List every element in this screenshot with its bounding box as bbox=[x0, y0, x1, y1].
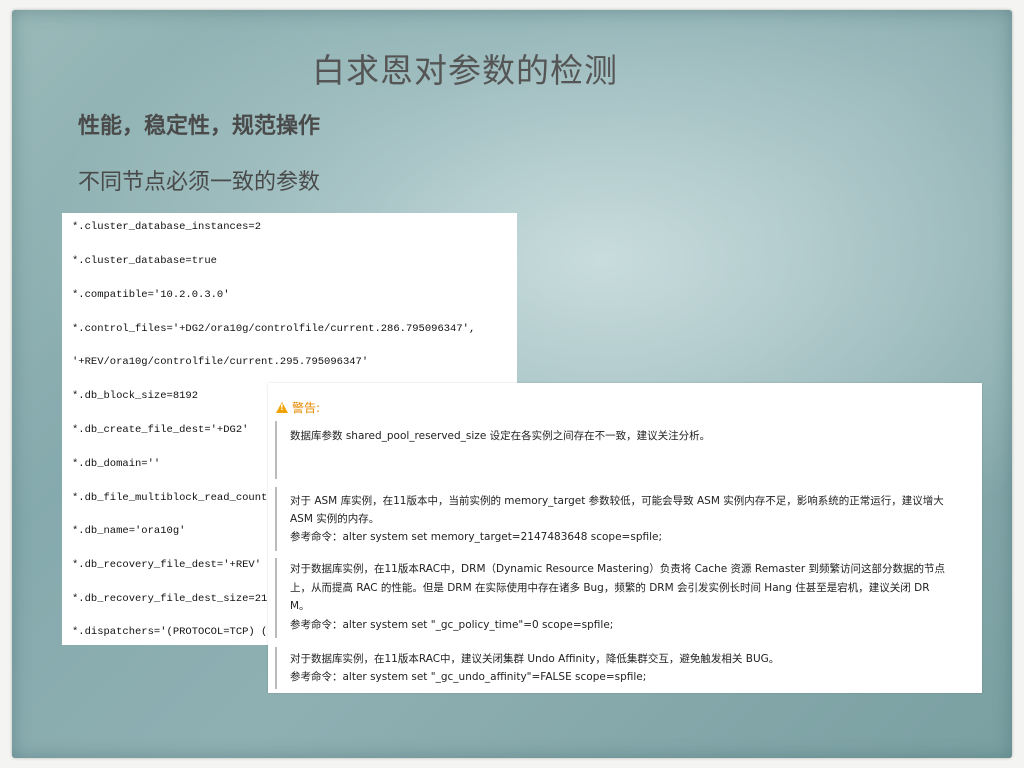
parameter-line: *.control_files='+DG2/ora10g/controlfile… bbox=[72, 323, 476, 335]
warning-heading: 警告: bbox=[292, 401, 321, 415]
warning-line: 对于 ASM 库实例，在11版本中，当前实例的 memory_target 参数… bbox=[290, 495, 944, 507]
warning-item-bar bbox=[275, 421, 277, 479]
warning-header: 警告: bbox=[276, 399, 320, 416]
parameter-line: *.db_create_file_dest='+DG2' bbox=[72, 424, 249, 436]
warning-icon bbox=[276, 402, 288, 413]
parameter-line: *.db_file_multiblock_read_count bbox=[72, 492, 268, 504]
parameter-line: *.cluster_database_instances=2 bbox=[72, 221, 262, 233]
slide: 白求恩对参数的检测 性能，稳定性，规范操作 不同节点必须一致的参数 *.clus… bbox=[12, 10, 1012, 758]
parameter-line: '+REV/ora10g/controlfile/current.295.795… bbox=[72, 356, 369, 368]
warning-line: 上，从而提高 RAC 的性能。但是 DRM 在实际使用中存在诸多 Bug，频繁的… bbox=[290, 582, 930, 594]
parameter-line: *.db_recovery_file_dest='+REV' bbox=[72, 559, 262, 571]
warning-line: 参考命令：alter system set "_gc_undo_affinity… bbox=[290, 671, 647, 683]
warning-line: 对于数据库实例，在11版本RAC中，建议关闭集群 Undo Affinity，降… bbox=[290, 653, 780, 665]
warning-item-bar bbox=[275, 487, 277, 551]
warning-item-bar bbox=[275, 558, 277, 638]
parameter-line: *.compatible='10.2.0.3.0' bbox=[72, 289, 230, 301]
parameter-line: *.db_recovery_file_dest_size=21 bbox=[72, 593, 268, 605]
slide-title: 白求恩对参数的检测 bbox=[312, 51, 618, 90]
parameter-line: *.dispatchers='(PROTOCOL=TCP) ( bbox=[72, 626, 268, 638]
parameter-line: *.cluster_database=true bbox=[72, 255, 217, 267]
warning-item-bar bbox=[275, 647, 277, 689]
warning-line: 数据库参数 shared_pool_reserved_size 设定在各实例之间… bbox=[290, 430, 711, 442]
warning-line: 对于数据库实例，在11版本RAC中，DRM（Dynamic Resource M… bbox=[290, 563, 946, 575]
warning-line: ASM 实例的内存。 bbox=[290, 513, 380, 525]
parameter-line: *.db_domain='' bbox=[72, 458, 161, 470]
parameter-line: *.db_name='ora10g' bbox=[72, 525, 186, 537]
warning-line: 参考命令：alter system set memory_target=2147… bbox=[290, 531, 663, 543]
slide-subhead: 不同节点必须一致的参数 bbox=[78, 170, 321, 195]
warning-line: M。 bbox=[290, 600, 310, 612]
warning-line: 参考命令：alter system set "_gc_policy_time"=… bbox=[290, 619, 614, 631]
slide-subtitle: 性能，稳定性，规范操作 bbox=[78, 114, 321, 139]
warning-panel: 警告: 数据库参数 shared_pool_reserved_size 设定在各… bbox=[268, 383, 982, 693]
parameter-line: *.db_block_size=8192 bbox=[72, 390, 199, 402]
